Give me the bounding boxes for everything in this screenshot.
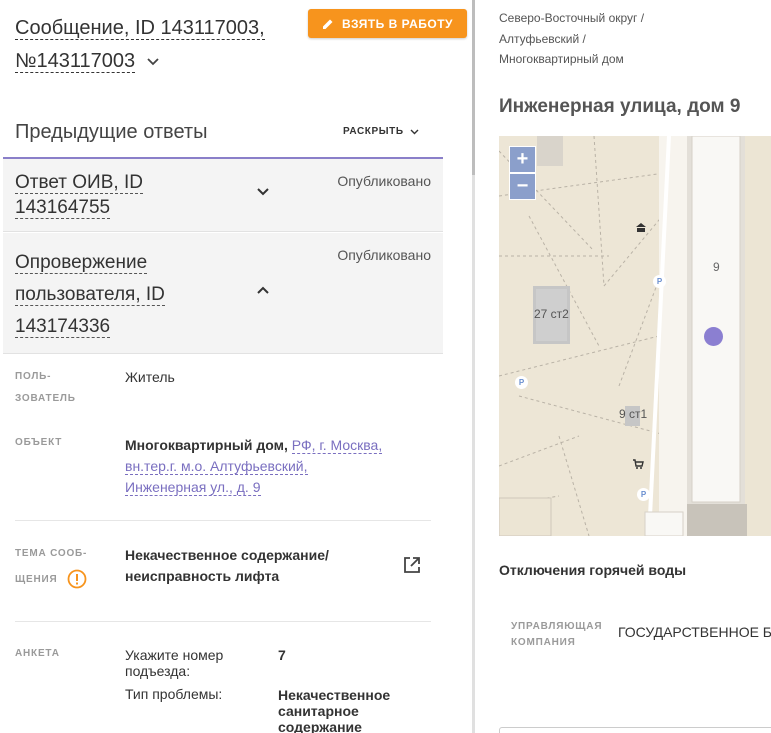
hot-water-outages[interactable]: Отключения горячей воды — [499, 562, 686, 578]
breadcrumb-type[interactable]: Многоквартирный дом — [499, 49, 624, 69]
answer-card[interactable]: Ответ ОИВ, ID 143164755 Опубликовано — [3, 159, 443, 232]
answer-card-title[interactable]: Ответ ОИВ, ID 143164755 — [15, 170, 243, 220]
map[interactable]: + − 9 27 ст2 9 ст1 P P P — [499, 136, 771, 536]
user-label: ПОЛЬ-ЗОВАТЕЛЬ — [15, 371, 76, 404]
chevron-down-icon — [410, 129, 419, 134]
management-company-label: УПРАВЛЯЮЩАЯ КОМПАНИЯ — [511, 621, 603, 648]
message-panel: Сообщение, ID 143117003, №143117003 ВЗЯТ… — [0, 0, 472, 733]
next-section-box — [499, 727, 771, 733]
breadcrumb-district[interactable]: Северо-Восточный округ / — [499, 8, 644, 28]
chevron-down-icon[interactable] — [147, 58, 159, 66]
address-title: Инженерная улица, дом 9 — [499, 96, 741, 117]
zoom-in-button[interactable]: + — [509, 146, 536, 173]
message-title-text: Сообщение, ID 143117003, №143117003 — [15, 17, 265, 73]
topic-value: Некачественное содержание/ неисправность… — [125, 547, 329, 584]
map-label-building: 27 ст2 — [534, 307, 569, 321]
parking-icon: P — [653, 275, 666, 288]
pencil-icon — [322, 19, 333, 29]
open-external-icon[interactable] — [402, 555, 422, 575]
object-value: Многоквартирный дом, РФ, г. Москва, вн.т… — [125, 435, 385, 498]
chevron-down-icon[interactable] — [257, 188, 269, 196]
object-label: ОБЪЕКТ — [15, 437, 63, 448]
location-panel: Северо-Восточный округ / Алтуфьевский / … — [475, 0, 771, 733]
take-to-work-button[interactable]: ВЗЯТЬ В РАБОТУ — [308, 9, 467, 38]
parking-icon: P — [637, 488, 650, 501]
answer-card-status: Опубликовано — [337, 247, 431, 263]
answer-card-status: Опубликовано — [337, 173, 431, 189]
form-answer: Некачественное санитарное содержание — [278, 687, 391, 733]
zoom-out-button[interactable]: − — [509, 173, 536, 200]
topic-label: ТЕМА СООБ-ЩЕНИЯ — [15, 541, 95, 593]
management-company-value: ГОСУДАРСТВЕННОЕ БЮДЖЕТНОЕ УЧРЕЖДЕНИЕ ГОР… — [618, 624, 771, 640]
answer-card[interactable]: Опровержение пользователя, ID 143174336 … — [3, 233, 443, 354]
expand-all-button[interactable]: РАСКРЫТЬ — [343, 126, 419, 137]
shop-icon — [633, 459, 644, 469]
form-question: Укажите номер подъезда: — [125, 647, 224, 679]
take-to-work-label: ВЗЯТЬ В РАБОТУ — [341, 16, 453, 31]
location-marker[interactable] — [704, 327, 723, 346]
divider — [15, 621, 431, 622]
map-label-building: 9 ст1 — [619, 407, 648, 421]
map-label-building: 9 — [713, 260, 720, 274]
chevron-up-icon[interactable] — [257, 286, 269, 294]
parking-icon: P — [515, 376, 528, 389]
user-value: Житель — [125, 369, 175, 385]
warning-icon — [67, 569, 87, 589]
app-root: Сообщение, ID 143117003, №143117003 ВЗЯТ… — [0, 0, 771, 733]
previous-answers-title: Предыдущие ответы — [15, 121, 208, 143]
divider — [15, 520, 431, 521]
form-answer: 7 — [278, 647, 286, 663]
object-type: Многоквартирный дом, — [125, 437, 288, 453]
map-canvas — [499, 136, 771, 536]
message-title[interactable]: Сообщение, ID 143117003, №143117003 — [15, 12, 305, 78]
breadcrumb-area[interactable]: Алтуфьевский / — [499, 29, 586, 49]
expand-all-label: РАСКРЫТЬ — [343, 126, 404, 137]
form-question: Тип проблемы: — [125, 686, 223, 702]
landmark-icon — [636, 223, 646, 232]
answer-card-title[interactable]: Опровержение пользователя, ID 143174336 — [15, 247, 243, 343]
form-label: АНКЕТА — [15, 648, 60, 659]
